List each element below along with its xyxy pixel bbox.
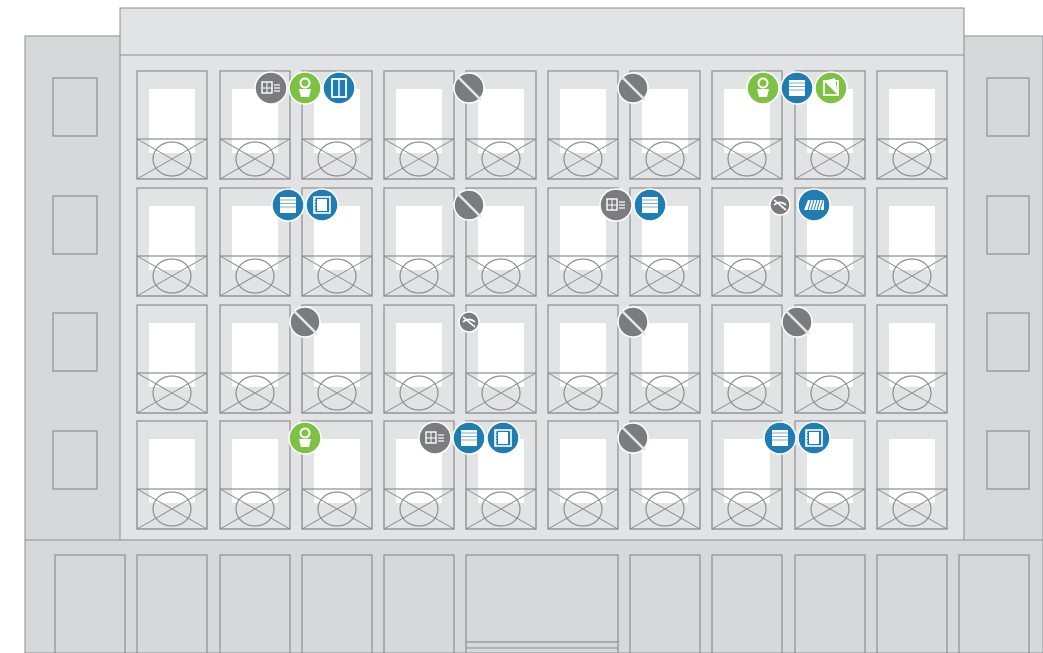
window-tilt-icon[interactable] bbox=[814, 71, 848, 105]
window-glass bbox=[642, 323, 688, 387]
plant-sensor-icon[interactable] bbox=[746, 71, 780, 105]
roller-shutter-icon[interactable] bbox=[254, 71, 288, 105]
no-signal-icon[interactable] bbox=[458, 311, 480, 333]
window-glass bbox=[724, 206, 770, 270]
marker-group[interactable] bbox=[458, 311, 480, 333]
marker-group[interactable] bbox=[254, 71, 356, 105]
window-blind-icon[interactable] bbox=[763, 421, 797, 455]
window-glass bbox=[232, 206, 278, 270]
window bbox=[876, 304, 948, 414]
window bbox=[876, 187, 948, 297]
not-connected-icon[interactable] bbox=[289, 306, 321, 338]
window-glass bbox=[232, 323, 278, 387]
window-glass bbox=[314, 323, 360, 387]
roller-shutter-icon[interactable] bbox=[418, 421, 452, 455]
window bbox=[383, 304, 455, 414]
marker-group[interactable] bbox=[617, 72, 649, 104]
marker-group[interactable] bbox=[418, 421, 520, 455]
window-glass bbox=[560, 439, 606, 503]
window-blind-icon[interactable] bbox=[633, 188, 667, 222]
window-glass bbox=[724, 439, 770, 503]
window-glass bbox=[642, 89, 688, 153]
door-sensor-icon[interactable] bbox=[322, 71, 356, 105]
marker-group[interactable] bbox=[288, 421, 322, 455]
window-glass bbox=[642, 439, 688, 503]
window-glass bbox=[396, 89, 442, 153]
window bbox=[876, 70, 948, 180]
glyph bbox=[461, 430, 477, 446]
ground-floor-band bbox=[24, 539, 1043, 653]
window-glass bbox=[149, 323, 195, 387]
window-glass bbox=[889, 323, 935, 387]
glyph bbox=[642, 197, 658, 213]
window-glass bbox=[396, 323, 442, 387]
marker-group[interactable] bbox=[453, 189, 485, 221]
window-glass bbox=[478, 89, 524, 153]
not-connected-icon[interactable] bbox=[781, 306, 813, 338]
glyph bbox=[498, 432, 508, 444]
window-blind-icon[interactable] bbox=[271, 188, 305, 222]
window bbox=[219, 420, 291, 530]
not-connected-icon[interactable] bbox=[617, 422, 649, 454]
window-glass bbox=[232, 439, 278, 503]
curtain-icon[interactable] bbox=[797, 421, 831, 455]
glyph bbox=[299, 89, 311, 97]
glyph bbox=[772, 430, 788, 446]
window-glass bbox=[724, 323, 770, 387]
glyph bbox=[809, 432, 819, 444]
window-glass bbox=[560, 206, 606, 270]
window-glass bbox=[314, 439, 360, 503]
not-connected-icon[interactable] bbox=[617, 72, 649, 104]
window bbox=[136, 304, 208, 414]
not-connected-icon[interactable] bbox=[617, 306, 649, 338]
window bbox=[136, 70, 208, 180]
window-glass bbox=[149, 206, 195, 270]
window bbox=[383, 187, 455, 297]
window bbox=[219, 304, 291, 414]
glyph bbox=[757, 89, 769, 97]
awning-icon[interactable] bbox=[797, 188, 831, 222]
window bbox=[136, 420, 208, 530]
window-glass bbox=[149, 89, 195, 153]
window bbox=[547, 304, 619, 414]
marker-group[interactable] bbox=[617, 422, 649, 454]
marker-group[interactable] bbox=[781, 306, 813, 338]
window-glass bbox=[807, 323, 853, 387]
window-glass bbox=[889, 206, 935, 270]
window-blind-icon[interactable] bbox=[780, 71, 814, 105]
building-facade-diagram bbox=[0, 0, 1043, 653]
window bbox=[383, 70, 455, 180]
glyph bbox=[280, 197, 296, 213]
curtain-icon[interactable] bbox=[305, 188, 339, 222]
curtain-icon[interactable] bbox=[486, 421, 520, 455]
window-glass bbox=[889, 89, 935, 153]
plant-sensor-icon[interactable] bbox=[288, 421, 322, 455]
not-connected-icon[interactable] bbox=[453, 189, 485, 221]
facade-svg bbox=[24, 7, 1043, 653]
marker-group[interactable] bbox=[453, 72, 485, 104]
window-glass bbox=[149, 439, 195, 503]
window-glass bbox=[396, 206, 442, 270]
window bbox=[547, 420, 619, 530]
plant-sensor-icon[interactable] bbox=[288, 71, 322, 105]
glyph bbox=[317, 199, 327, 211]
glyph bbox=[299, 439, 311, 447]
window-glass bbox=[560, 323, 606, 387]
window-glass bbox=[478, 206, 524, 270]
window bbox=[547, 70, 619, 180]
window bbox=[136, 187, 208, 297]
window-blind-icon[interactable] bbox=[452, 421, 486, 455]
window-glass bbox=[560, 89, 606, 153]
marker-group[interactable] bbox=[617, 306, 649, 338]
marker-group[interactable] bbox=[289, 306, 321, 338]
glyph bbox=[789, 80, 805, 96]
window-glass bbox=[478, 323, 524, 387]
marker-group[interactable] bbox=[746, 71, 848, 105]
roller-shutter-icon[interactable] bbox=[599, 188, 633, 222]
window bbox=[711, 304, 783, 414]
window bbox=[876, 420, 948, 530]
window-glass bbox=[889, 439, 935, 503]
no-signal-icon[interactable] bbox=[769, 194, 791, 216]
not-connected-icon[interactable] bbox=[453, 72, 485, 104]
